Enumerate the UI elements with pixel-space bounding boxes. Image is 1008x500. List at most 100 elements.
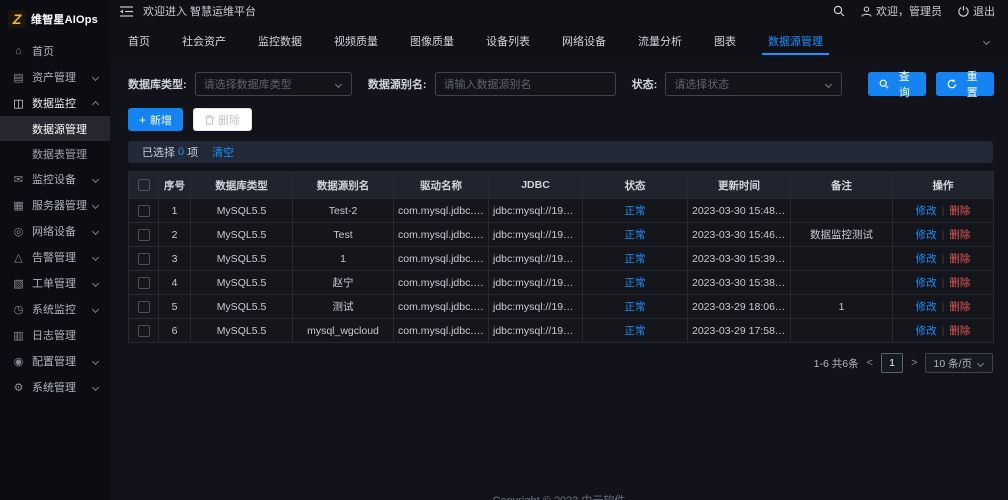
row-checkbox[interactable] [138, 205, 150, 217]
delete-link[interactable]: 删除 [949, 301, 970, 313]
sidebar-item-label: 服务器管理 [32, 197, 93, 213]
tab[interactable]: 监控数据 [258, 22, 302, 60]
status-select[interactable]: 请选择状态 [665, 72, 842, 96]
chevron-down-icon [92, 175, 99, 182]
prev-page-button[interactable]: < [867, 357, 873, 369]
refresh-icon [947, 79, 957, 89]
sidebar-item-ticket[interactable]: ▧ 工单管理 [0, 270, 110, 296]
row-checkbox[interactable] [138, 325, 150, 337]
delete-link[interactable]: 删除 [949, 229, 970, 241]
cell-remark: 数据监控测试 [791, 223, 893, 247]
cell-index: 3 [159, 247, 191, 271]
column-header: 数据源别名 [293, 172, 394, 199]
cell-db-type: MySQL5.5 [191, 199, 293, 223]
tab[interactable]: 社会资产 [182, 22, 226, 60]
cell-status: 正常 [583, 295, 688, 319]
alias-placeholder: 请输入数据源别名 [444, 76, 532, 92]
cell-updated: 2023-03-29 18:06:44 [688, 295, 791, 319]
edit-link[interactable]: 修改 [916, 325, 937, 337]
ticket-icon: ▧ [12, 277, 25, 290]
sidebar-item-log[interactable]: ▥日志管理 [0, 322, 110, 348]
table-row: 3MySQL5.51com.mysql.jdbc.Driverjdbc:mysq… [129, 247, 994, 271]
delete-button[interactable]: 删除 [193, 108, 252, 131]
chevron-down-icon [92, 73, 99, 80]
edit-link[interactable]: 修改 [916, 277, 937, 289]
tab[interactable]: 流量分析 [638, 22, 682, 60]
sidebar-item-home[interactable]: ⌂首页 [0, 38, 110, 64]
query-button[interactable]: 查询 [868, 72, 926, 96]
edit-link[interactable]: 修改 [916, 229, 937, 241]
cell-jdbc: jdbc:mysql://192.168.6.2... [489, 247, 583, 271]
sidebar-item-device[interactable]: ✉监控设备 [0, 166, 110, 192]
cell-status: 正常 [583, 319, 688, 343]
sidebar-subitem[interactable]: 数据源管理 [0, 116, 110, 141]
edit-link[interactable]: 修改 [916, 205, 937, 217]
footer-copyright: Copyright © 2023 中云软件 [110, 492, 1008, 500]
logo[interactable]: Z 维智星AIOps [0, 6, 110, 38]
sidebar-item-config[interactable]: ◉配置管理 [0, 348, 110, 374]
cell-remark: 1 [791, 295, 893, 319]
selection-suffix: 项 [187, 144, 198, 160]
delete-link[interactable]: 删除 [949, 205, 970, 217]
db-type-select[interactable]: 请选择数据库类型 [195, 72, 352, 96]
cell-index: 5 [159, 295, 191, 319]
tab[interactable]: 首页 [128, 22, 150, 60]
sidebar-item-server[interactable]: ▦服务器管理 [0, 192, 110, 218]
chevron-down-icon [92, 201, 99, 208]
cell-status: 正常 [583, 199, 688, 223]
table-row: 2MySQL5.5Testcom.mysql.jdbc.Driverjdbc:m… [129, 223, 994, 247]
tab[interactable]: 网络设备 [562, 22, 606, 60]
main-area: 欢迎进入 智慧运维平台 欢迎，管理员 退出 首页社会资产监控数据视频质量图像质量… [110, 0, 1008, 500]
tab[interactable]: 数据源管理 [768, 22, 823, 60]
logout-label: 退出 [973, 3, 995, 19]
delete-link[interactable]: 删除 [949, 277, 970, 289]
tab[interactable]: 图像质量 [410, 22, 454, 60]
delete-link[interactable]: 删除 [949, 253, 970, 265]
page-number-button[interactable]: 1 [881, 353, 903, 373]
sidebar-item-network[interactable]: ◎网络设备 [0, 218, 110, 244]
row-checkbox[interactable] [138, 277, 150, 289]
column-header: 备注 [791, 172, 893, 199]
row-checkbox[interactable] [138, 253, 150, 265]
page-size-value: 10 条/页 [933, 356, 972, 371]
sidebar-subitem[interactable]: 数据表管理 [0, 141, 110, 166]
sidebar-item-alarm[interactable]: △告警管理 [0, 244, 110, 270]
sidebar-item-assets[interactable]: ▤资产管理 [0, 64, 110, 90]
table-row: 1MySQL5.5Test-2com.mysql.jdbc.Driverjdbc… [129, 199, 994, 223]
delete-link[interactable]: 删除 [949, 325, 970, 337]
select-all-checkbox[interactable] [138, 179, 150, 191]
row-checkbox[interactable] [138, 229, 150, 241]
clear-selection-link[interactable]: 清空 [212, 144, 234, 160]
cell-remark [791, 271, 893, 295]
search-icon [879, 79, 889, 89]
add-button[interactable]: + 新增 [128, 108, 183, 131]
menu-fold-icon[interactable] [120, 6, 133, 17]
logout-button[interactable]: 退出 [958, 3, 995, 19]
sidebar-item-label: 数据监控 [32, 95, 93, 111]
cell-db-type: MySQL5.5 [191, 223, 293, 247]
edit-link[interactable]: 修改 [916, 301, 937, 313]
reset-button[interactable]: 重置 [936, 72, 994, 96]
user-icon [861, 6, 872, 17]
cell-updated: 2023-03-30 15:38:21 [688, 271, 791, 295]
alias-input[interactable]: 请输入数据源别名 [435, 72, 616, 96]
cell-index: 6 [159, 319, 191, 343]
user-menu[interactable]: 欢迎，管理员 [861, 3, 942, 19]
edit-link[interactable]: 修改 [916, 253, 937, 265]
tab[interactable]: 设备列表 [486, 22, 530, 60]
sidebar-item-monitor[interactable]: ◫数据监控 [0, 90, 110, 116]
tabs-chevron-down-icon[interactable] [983, 37, 990, 44]
search-icon[interactable] [833, 5, 845, 17]
welcome-text: 欢迎进入 智慧运维平台 [143, 3, 256, 19]
tab[interactable]: 视频质量 [334, 22, 378, 60]
assets-icon: ▤ [12, 71, 25, 84]
sidebar-item-label: 工单管理 [32, 275, 93, 291]
row-checkbox[interactable] [138, 301, 150, 313]
sidebar-item-sysmon[interactable]: ◷系统监控 [0, 296, 110, 322]
sidebar-item-settings[interactable]: ⚙系统管理 [0, 374, 110, 400]
data-table: 序号数据库类型数据源别名驱动名称JDBC状态更新时间备注操作 1MySQL5.5… [128, 171, 994, 343]
tab-list: 首页社会资产监控数据视频质量图像质量设备列表网络设备流量分析图表数据源管理 [128, 22, 823, 60]
tab[interactable]: 图表 [714, 22, 736, 60]
page-size-select[interactable]: 10 条/页 [925, 353, 993, 373]
next-page-button[interactable]: > [911, 357, 917, 369]
